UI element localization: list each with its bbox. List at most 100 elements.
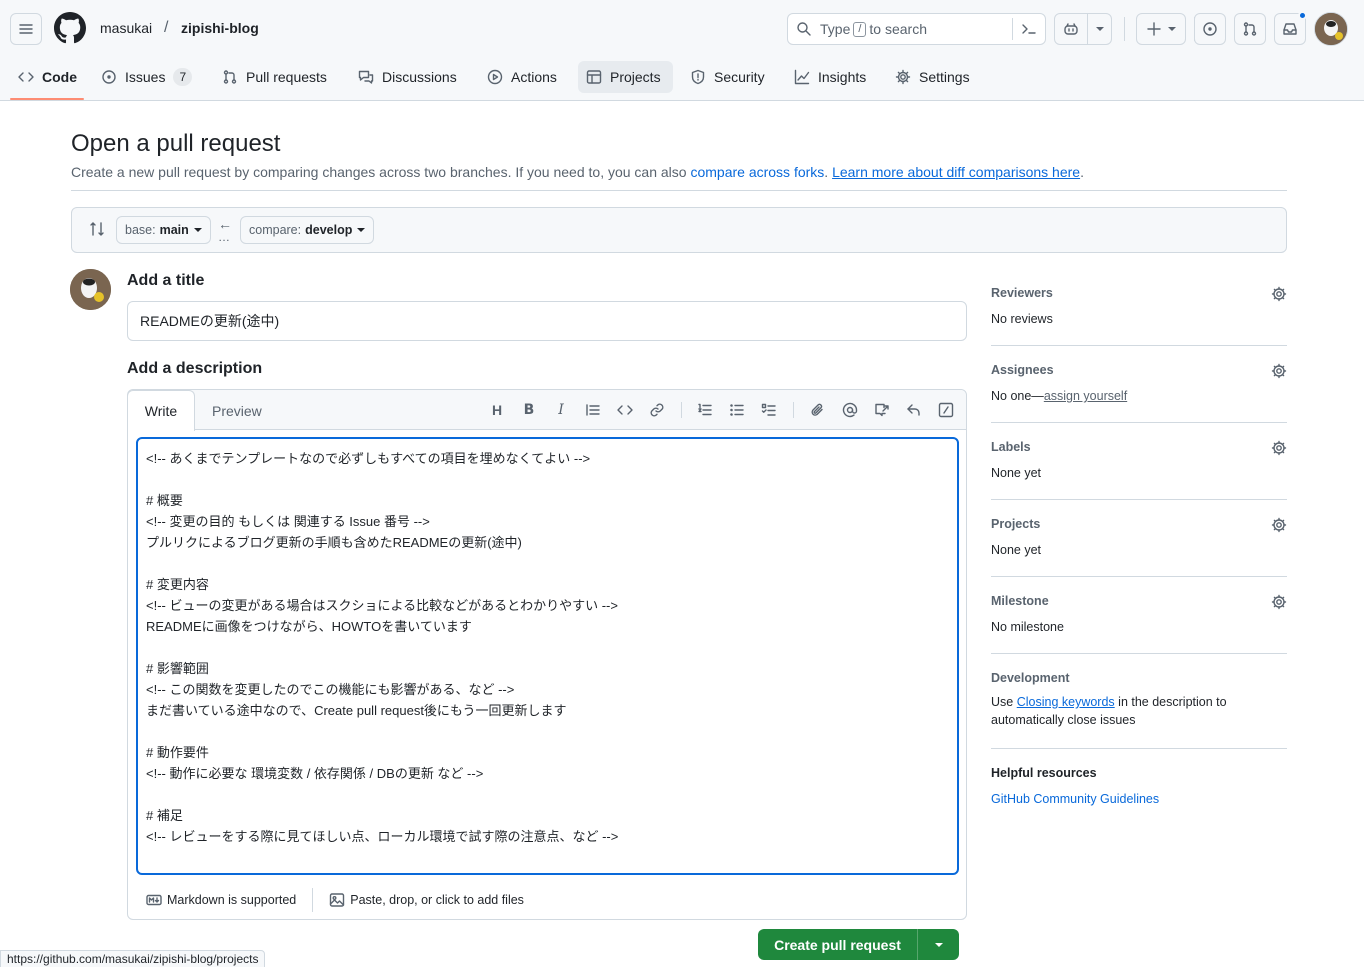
gear-icon[interactable]	[1271, 363, 1287, 379]
tab-discussions[interactable]: Discussions	[358, 60, 457, 94]
tab-settings[interactable]: Settings	[895, 60, 970, 94]
gear-icon[interactable]	[1271, 594, 1287, 610]
chevron-down-icon	[357, 228, 366, 232]
repo-name-link[interactable]: zipishi-blog	[181, 20, 259, 36]
ordered-list-icon[interactable]	[697, 402, 713, 418]
milestone-label: Milestone	[991, 594, 1049, 608]
gear-icon[interactable]	[1271, 440, 1287, 456]
gear-icon[interactable]	[1271, 286, 1287, 302]
sidebar-projects: Projects None yet	[991, 517, 1287, 557]
helpful-resources-label: Helpful resources	[991, 766, 1097, 780]
create-options-dropdown[interactable]	[918, 942, 959, 947]
search-shortcut-key: /	[853, 21, 867, 37]
header-divider	[1124, 17, 1125, 41]
heading-icon[interactable]: H	[489, 402, 505, 418]
reviewers-label: Reviewers	[991, 286, 1053, 300]
sidebar-development: Development Use Closing keywords in the …	[991, 671, 1287, 729]
global-header: masukai / zipishi-blog Type / to search	[0, 0, 1364, 101]
tab-actions[interactable]: Actions	[487, 60, 557, 94]
cross-reference-icon[interactable]	[874, 402, 890, 418]
chevron-down-icon	[193, 228, 202, 232]
create-new-button[interactable]	[1136, 13, 1186, 45]
chevron-down-icon[interactable]	[1096, 27, 1104, 31]
tab-issues[interactable]: Issues 7	[101, 60, 193, 94]
projects-label: Projects	[991, 517, 1041, 531]
development-value: Use Closing keywords in the description …	[991, 693, 1287, 729]
title-heading: Add a title	[127, 272, 205, 289]
github-logo-icon[interactable]	[54, 12, 86, 44]
create-pull-request-button[interactable]: Create pull request	[758, 929, 959, 960]
development-label: Development	[991, 671, 1070, 685]
divider	[71, 190, 1287, 191]
sidebar-assignees: Assignees No one—assign yourself	[991, 363, 1287, 403]
assignees-none: No one—	[991, 389, 1044, 403]
notification-dot	[1298, 11, 1307, 20]
tab-code[interactable]: Code	[18, 60, 77, 94]
subtitle-period: .	[1080, 164, 1084, 180]
mention-icon[interactable]	[842, 402, 858, 418]
user-avatar[interactable]	[1314, 12, 1348, 46]
search-divider	[1012, 18, 1013, 40]
copilot-button[interactable]	[1054, 13, 1112, 45]
compare-forks-link[interactable]: compare across forks	[690, 164, 824, 180]
base-branch-select[interactable]: base: main	[116, 216, 211, 244]
issue-icon	[102, 70, 116, 84]
tab-projects[interactable]: Projects	[586, 60, 661, 94]
compare-branch-select[interactable]: compare: develop	[240, 216, 375, 244]
add-files-button[interactable]: Paste, drop, or click to add files	[329, 892, 524, 908]
menu-button[interactable]	[10, 13, 42, 45]
search-input[interactable]: Type / to search	[787, 13, 1046, 45]
closing-keywords-link[interactable]: Closing keywords	[1017, 695, 1115, 709]
paperclip-icon[interactable]	[810, 402, 826, 418]
tab-security[interactable]: Security	[690, 60, 765, 94]
tab-write[interactable]: Write	[127, 390, 195, 431]
italic-icon[interactable]: I	[553, 402, 569, 418]
tab-preview[interactable]: Preview	[212, 390, 262, 431]
status-bar-url: https://github.com/masukai/zipishi-blog/…	[0, 950, 266, 967]
ellipsis-icon: …	[218, 230, 230, 244]
tab-insights[interactable]: Insights	[794, 60, 866, 94]
graph-icon	[794, 69, 810, 85]
tab-label: Pull requests	[246, 69, 327, 85]
description-editor: Write Preview H B I <!-- あくまでテンプレートなので必ず…	[127, 389, 967, 920]
issues-count-badge: 7	[173, 68, 193, 86]
tab-label: Projects	[610, 69, 661, 85]
learn-more-link[interactable]: Learn more about diff comparisons here	[832, 164, 1080, 180]
issues-button[interactable]	[1194, 13, 1226, 45]
task-list-icon[interactable]	[761, 402, 777, 418]
discussions-icon	[358, 70, 374, 84]
sidebar-divider	[991, 576, 1287, 577]
tab-label: Insights	[818, 69, 867, 85]
code-icon[interactable]	[617, 402, 633, 418]
slash-command-icon[interactable]	[938, 402, 954, 418]
pull-request-icon	[223, 70, 237, 84]
tab-pull-requests[interactable]: Pull requests	[222, 60, 327, 94]
bold-icon[interactable]: B	[521, 402, 537, 418]
sidebar-milestone: Milestone No milestone	[991, 594, 1287, 634]
labels-value: None yet	[991, 466, 1042, 480]
sidebar-divider	[991, 345, 1287, 346]
projects-value: None yet	[991, 543, 1042, 557]
table-icon	[586, 70, 602, 84]
reply-icon[interactable]	[906, 402, 922, 418]
labels-label: Labels	[991, 440, 1031, 454]
quote-icon[interactable]	[585, 402, 601, 418]
gear-icon[interactable]	[1271, 517, 1287, 533]
create-pull-request-label[interactable]: Create pull request	[758, 937, 917, 953]
unordered-list-icon[interactable]	[729, 402, 745, 418]
assign-yourself-link[interactable]: assign yourself	[1044, 389, 1127, 403]
footer-divider	[312, 888, 314, 912]
description-textarea[interactable]: <!-- あくまでテンプレートなので必ずしもすべての項目を埋めなくてよい -->…	[136, 437, 959, 875]
play-icon	[487, 69, 503, 85]
hamburger-icon	[19, 24, 33, 34]
search-placeholder-suffix: to search	[869, 21, 928, 37]
sidebar-reviewers: Reviewers No reviews	[991, 286, 1287, 326]
title-input[interactable]: READMEの更新(途中)	[127, 301, 967, 341]
command-palette-icon[interactable]	[1021, 21, 1037, 37]
community-guidelines-link[interactable]: GitHub Community Guidelines	[991, 792, 1287, 806]
repo-owner-link[interactable]: masukai	[100, 20, 152, 36]
chevron-down-icon	[934, 942, 943, 947]
markdown-support-link[interactable]: Markdown is supported	[146, 892, 296, 908]
pull-requests-button[interactable]	[1234, 13, 1266, 45]
link-icon[interactable]	[649, 402, 665, 418]
